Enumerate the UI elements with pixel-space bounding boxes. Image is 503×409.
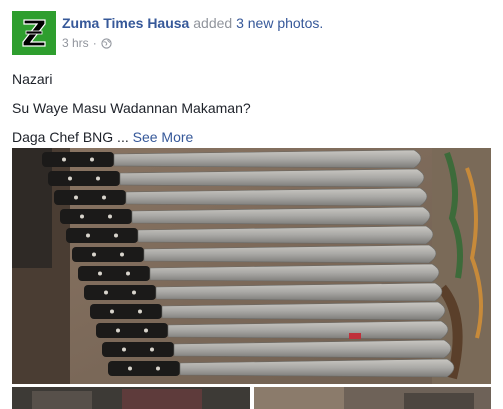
new-photos-link[interactable]: 3 new photos. [236,15,323,31]
machete-rivet [150,347,154,352]
machete-rivet [90,157,94,162]
photo-thumbnail-3-image [254,387,491,409]
machete-handle [90,304,162,319]
facebook-post-card: Zuma Times Hausa added 3 new photos. 3 h… [0,0,503,409]
machete-rivet [68,176,72,181]
z-logo-icon [12,11,56,55]
machete-handle [96,323,168,338]
machete-rivet [128,366,132,371]
machete-handle [78,266,150,281]
machete-handle [60,209,132,224]
page-avatar[interactable] [12,11,56,55]
machete-rivet [102,195,106,200]
machete-handle [108,361,180,376]
machete-handle [54,190,126,205]
photo-thumbnail-2[interactable] [12,387,250,409]
post-line-3: Daga Chef BNG ... See More [12,128,251,146]
globe-icon[interactable] [101,37,112,49]
machete-rivet [138,309,142,314]
machete-handle [102,342,174,357]
machete-rivet [96,176,100,181]
see-more-link[interactable]: See More [133,129,194,145]
machete-rivet [98,271,102,276]
post-action-text: added [193,15,233,31]
timestamp-link[interactable]: 3 hrs [62,36,89,50]
post-line-3-text: Daga Chef BNG ... [12,129,129,145]
meta-separator: · [92,36,97,50]
machete-rivet [74,195,78,200]
machete-rivet [110,309,114,314]
machete-handle [42,152,114,167]
post-meta: 3 hrs · [62,36,112,50]
post-byline: Zuma Times Hausa added 3 new photos. [62,15,323,31]
machete-rivet [156,366,160,371]
machete-handle [72,247,144,262]
machete-rivet [86,233,90,238]
machete-rivet [120,252,124,257]
machete-rivet [116,328,120,333]
machetes-photo-image [12,148,491,384]
post-line-1: Nazari [12,71,53,87]
machete-handle [48,171,120,186]
red-mark [349,333,361,339]
machete-rivet [80,214,84,219]
post-line-2: Su Waye Masu Wadannan Makaman? [12,100,251,116]
machete-rivet [104,290,108,295]
machete-rivet [92,252,96,257]
machete-handle [84,285,156,300]
machete-rivet [132,290,136,295]
machete-rivet [122,347,126,352]
machete-rivet [144,328,148,333]
machete-rivet [108,214,112,219]
machete-rivet [126,271,130,276]
page-name-link[interactable]: Zuma Times Hausa [62,15,189,31]
post-body: Nazari Su Waye Masu Wadannan Makaman? Da… [12,70,251,157]
machete-rivet [62,157,66,162]
photo-thumbnail-3[interactable] [254,387,491,409]
machetes-photo[interactable] [12,148,491,384]
photo-thumbnail-2-image [12,387,250,409]
machete-handle [66,228,138,243]
machete-rivet [114,233,118,238]
